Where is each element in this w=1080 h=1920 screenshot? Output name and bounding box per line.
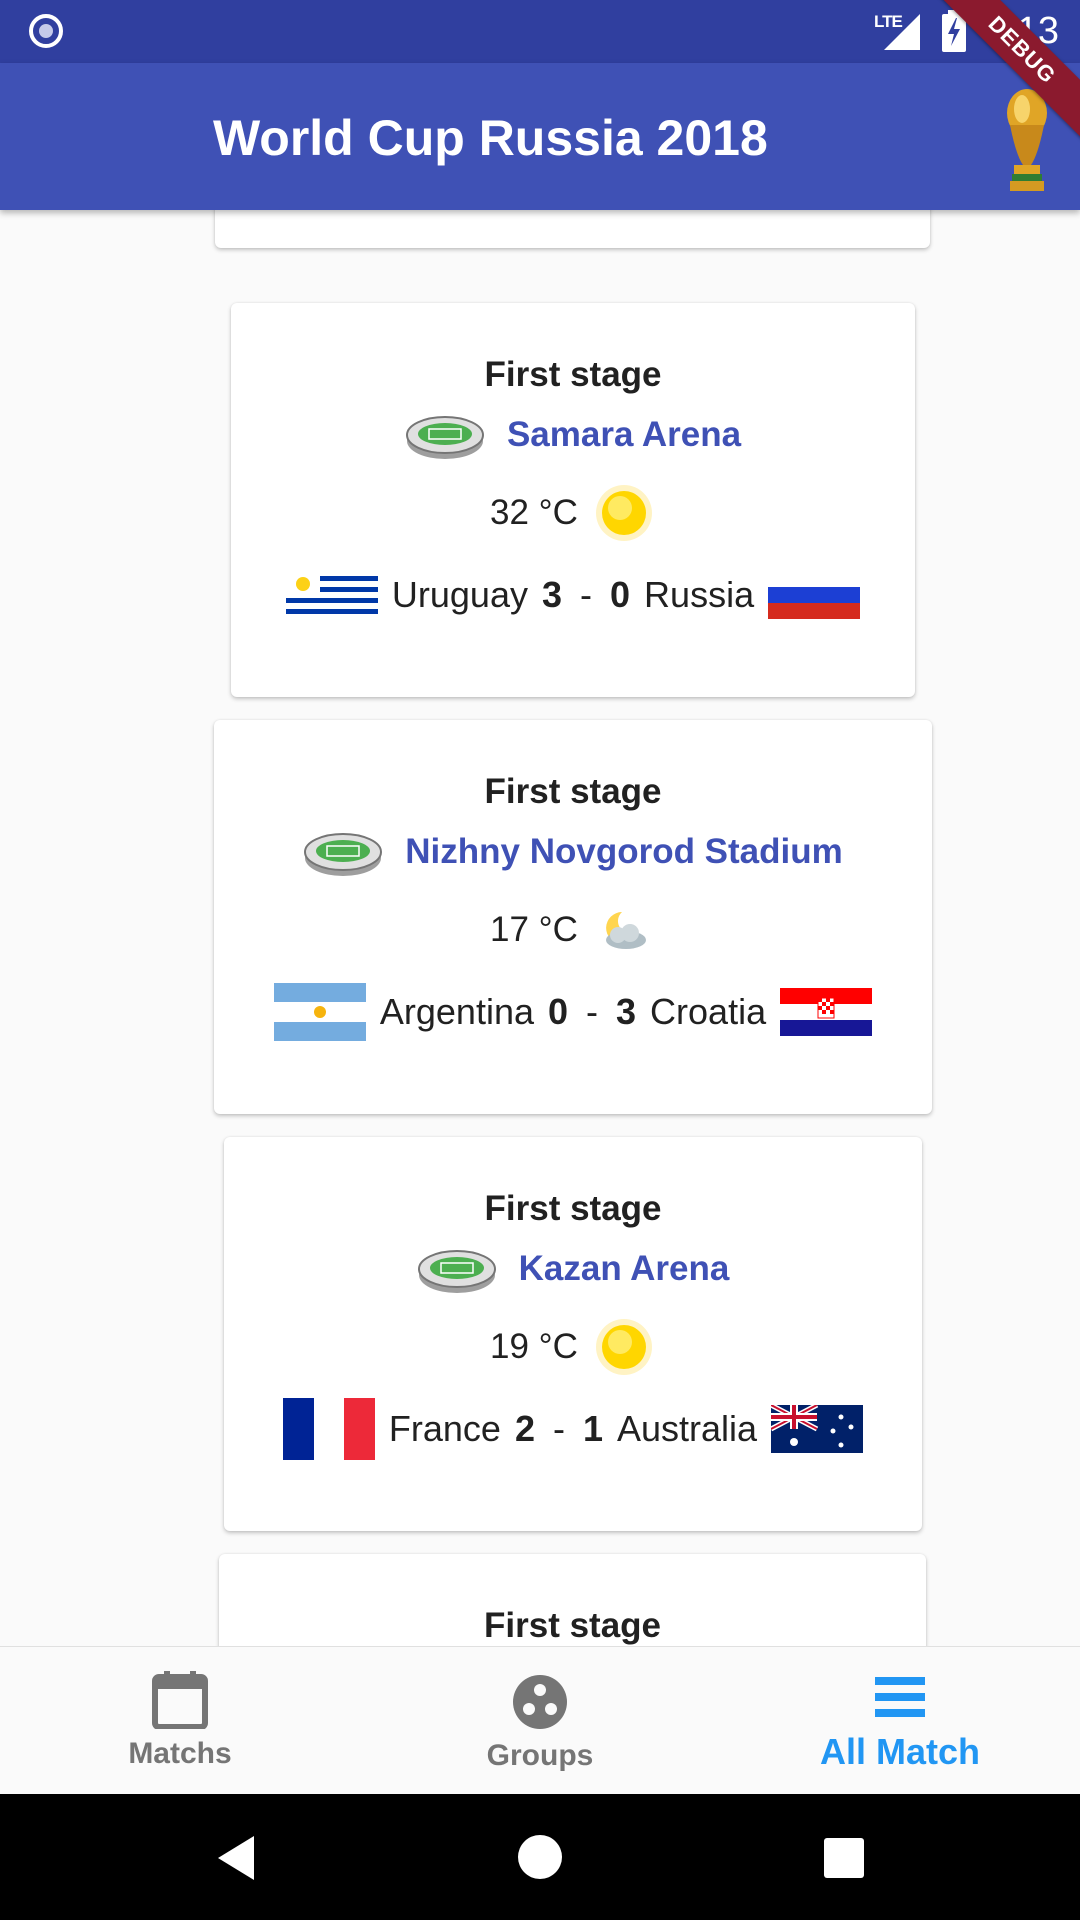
stadium-name[interactable]: Samara Arena (507, 415, 741, 455)
record-indicator-icon (29, 14, 63, 48)
home-team: Uruguay (391, 574, 528, 615)
russia-flag-icon (768, 571, 861, 619)
page-title: World Cup Russia 2018 (213, 110, 768, 166)
score-separator: - (552, 1408, 565, 1449)
system-navigation-bar (0, 1794, 1080, 1920)
nav-item-matchs[interactable]: Matchs (0, 1647, 360, 1795)
partly-cloudy-night-icon (605, 912, 646, 949)
away-score: 3 (616, 991, 637, 1032)
status-bar: LTE 9:13 (0, 0, 1080, 63)
nav-label: Groups (486, 1739, 594, 1772)
app-bar: World Cup Russia 2018 (0, 63, 1080, 210)
stage-label: First stage (484, 355, 662, 394)
nav-item-all-match[interactable]: All Match (720, 1647, 1080, 1795)
away-score: 0 (610, 574, 631, 615)
match-list[interactable]: First stage Samara Arena 32 °C Uruguay 3… (0, 210, 1080, 1646)
stadium-icon (405, 416, 484, 459)
stadium-name[interactable]: Kazan Arena (519, 1249, 730, 1289)
match-card[interactable] (215, 210, 930, 248)
match-card[interactable]: First stage Nizhny Novgorod Stadium 17 °… (214, 720, 932, 1114)
match-card[interactable]: First stage (219, 1554, 926, 1646)
home-team: France (388, 1408, 501, 1449)
match-card[interactable]: First stage Samara Arena 32 °C Uruguay 3… (231, 303, 915, 697)
home-score: 0 (547, 991, 569, 1032)
stage-label: First stage (484, 1606, 661, 1645)
temperature: 19 °C (490, 1327, 578, 1366)
france-flag-icon (282, 1398, 375, 1460)
temperature: 17 °C (490, 910, 578, 949)
score-separator: - (586, 991, 599, 1032)
away-score: 1 (582, 1408, 604, 1449)
stadium-icon (304, 833, 383, 876)
home-score: 3 (541, 574, 563, 615)
nav-label: All Match (819, 1731, 980, 1772)
groups-icon (513, 1675, 567, 1729)
stage-label: First stage (484, 772, 662, 811)
away-team: Croatia (650, 991, 767, 1032)
home-team: Argentina (379, 991, 534, 1032)
away-team: Australia (617, 1408, 758, 1449)
stadium-name[interactable]: Nizhny Novgorod Stadium (405, 832, 843, 872)
uruguay-flag-icon (285, 571, 378, 619)
calendar-icon (152, 1671, 208, 1729)
recents-icon[interactable] (824, 1838, 864, 1878)
temperature: 32 °C (490, 493, 578, 532)
croatia-flag-icon (780, 988, 873, 1036)
home-score: 2 (514, 1408, 535, 1449)
list-icon (875, 1677, 925, 1717)
stadium-icon (417, 1250, 496, 1293)
home-icon[interactable] (517, 1834, 563, 1880)
sunny-icon (595, 1319, 652, 1375)
back-icon[interactable] (214, 1834, 258, 1882)
away-team: Russia (644, 574, 755, 615)
match-card[interactable]: First stage Kazan Arena 19 °C France 2 -… (224, 1137, 922, 1531)
score-separator: - (580, 574, 593, 615)
stage-label: First stage (484, 1189, 662, 1228)
nav-item-groups[interactable]: Groups (360, 1647, 720, 1795)
argentina-flag-icon (273, 983, 366, 1041)
australia-flag-icon (771, 1405, 864, 1453)
sunny-icon (595, 485, 652, 541)
signal-icon (884, 14, 920, 50)
bottom-navigation: Matchs Groups All Match (0, 1646, 1080, 1795)
nav-label: Matchs (128, 1737, 232, 1770)
